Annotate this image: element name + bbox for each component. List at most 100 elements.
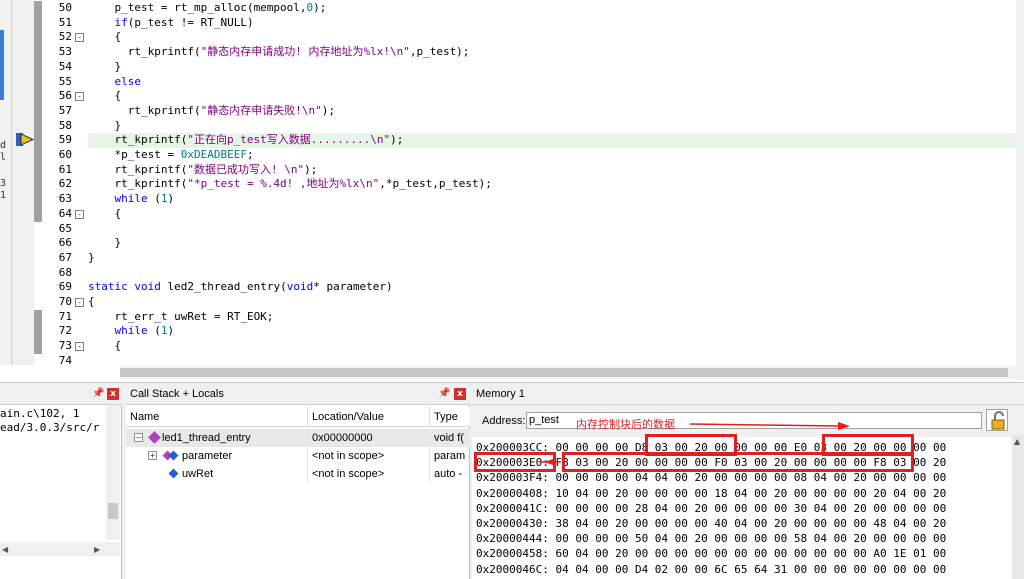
line-number: 73 [58, 339, 72, 353]
strip-fragment: l [0, 152, 7, 163]
callstack-row[interactable]: + parameter <not in scope> param [126, 447, 470, 465]
code-line[interactable]: while (1) [88, 324, 174, 339]
strip-fragment: d [0, 140, 7, 151]
fold-toggle-icon[interactable]: - [75, 342, 84, 352]
line-number: 63 [58, 192, 72, 206]
code-line[interactable]: else [88, 75, 141, 90]
fold-toggle-icon[interactable]: - [75, 92, 84, 102]
pin-icon[interactable]: 📌 [92, 388, 104, 400]
line-number: 56 [58, 89, 72, 103]
code-line[interactable]: rt_kprintf("*p_test = %.4d! ,地址为%lx\n",*… [88, 177, 491, 192]
output-line: ain.c\102, 1 [0, 407, 80, 420]
code-line[interactable]: } [88, 60, 121, 75]
callstack-panel: Call Stack + Locals 📌 x Name Location/Va… [126, 383, 470, 579]
coverage-marker [34, 309, 42, 325]
line-number: 71 [58, 309, 72, 323]
memory-panel: Memory 1 Address: p_test 0x200003CC: 00 … [472, 383, 1024, 579]
variable-icon [168, 468, 179, 479]
close-icon[interactable]: x [454, 388, 466, 400]
scroll-thumb[interactable] [120, 368, 1008, 377]
frame-type: void f( [434, 432, 464, 444]
line-number: 70 [58, 295, 72, 308]
memory-row[interactable]: 0x20000444: 00 00 00 00 50 04 00 20 00 0… [476, 532, 946, 547]
coverage-marker [34, 148, 42, 164]
code-line[interactable]: } [88, 236, 121, 251]
line-number: 59 [58, 133, 72, 147]
column-header-type[interactable]: Type [430, 407, 470, 427]
coverage-marker [34, 103, 42, 120]
code-line[interactable]: rt_kprintf("数据已成功写入! \n"); [88, 163, 317, 178]
code-line[interactable]: *p_test = 0xDEADBEEF; [88, 148, 253, 163]
code-line[interactable]: while (1) [88, 192, 174, 207]
collapse-icon[interactable]: – [134, 433, 143, 442]
code-line[interactable]: rt_kprintf("正在向p_test写入数据.........\n"); [88, 133, 403, 148]
memory-row[interactable]: 0x20000430: 38 04 00 20 00 00 00 00 40 0… [476, 517, 946, 532]
scroll-right-icon[interactable]: ▶ [94, 545, 100, 554]
memory-row[interactable]: 0x2000046C: 04 04 00 00 D4 02 00 00 6C 6… [476, 563, 946, 578]
code-line[interactable]: } [88, 251, 95, 266]
scroll-up-icon[interactable]: ▲ [1014, 437, 1020, 446]
expand-icon[interactable]: + [148, 451, 157, 460]
coverage-marker [34, 206, 42, 222]
output-horizontal-scrollbar[interactable]: ◀ ▶ [0, 542, 120, 556]
callstack-row[interactable]: uwRet <not in scope> auto - [126, 465, 470, 483]
code-line[interactable]: rt_kprintf("静态内存申请成功! 内存地址为%lx!\n",p_tes… [88, 45, 470, 60]
coverage-marker [34, 74, 42, 90]
code-line[interactable]: rt_kprintf("静态内存申请失败!\n"); [88, 104, 335, 119]
editor-vertical-scrollbar[interactable] [1016, 0, 1024, 380]
coverage-marker [34, 30, 42, 46]
memory-row[interactable]: 0x20000408: 10 04 00 20 00 00 00 00 18 0… [476, 487, 946, 502]
code-line[interactable]: { [88, 339, 121, 354]
code-line[interactable]: { [88, 207, 121, 222]
fold-toggle-icon[interactable]: - [75, 33, 84, 43]
variable-type: param [434, 450, 466, 462]
variable-name: uwRet [182, 468, 214, 480]
code-editor[interactable]: d l 3 1 50 p_test = rt_mp_alloc(mempool,… [0, 0, 1024, 380]
line-number: 74 [58, 353, 72, 367]
column-header-name[interactable]: Name [126, 407, 308, 427]
coverage-marker [34, 162, 42, 178]
code-line[interactable]: static void led2_thread_entry(void* para… [88, 280, 393, 295]
fold-toggle-icon[interactable]: - [75, 209, 84, 219]
scroll-left-icon[interactable]: ◀ [2, 545, 8, 554]
line-number: 51 [58, 15, 72, 29]
coverage-marker [34, 59, 42, 75]
line-number: 50 [58, 1, 72, 14]
frame-name: led1_thread_entry [162, 432, 251, 444]
line-number: 66 [58, 236, 72, 250]
output-vertical-scrollbar[interactable] [106, 405, 120, 540]
editor-horizontal-scrollbar[interactable] [120, 366, 1016, 379]
breakpoint-gutter[interactable] [12, 0, 34, 365]
coverage-marker [34, 15, 42, 31]
fold-toggle-icon[interactable]: - [75, 298, 84, 307]
memory-vertical-scrollbar[interactable]: ▲ [1012, 435, 1024, 579]
selection-marker [0, 30, 4, 100]
memory-row[interactable]: 0x200003F4: 00 00 00 00 04 04 00 20 00 0… [476, 471, 946, 486]
line-number: 55 [58, 74, 72, 88]
highlight-box [562, 452, 914, 472]
lock-icon[interactable] [986, 409, 1008, 431]
close-icon[interactable]: x [107, 388, 119, 400]
column-header-location[interactable]: Location/Value [308, 407, 430, 427]
code-line[interactable]: p_test = rt_mp_alloc(mempool,0); [88, 1, 326, 16]
memory-title: Memory 1 [472, 383, 1024, 405]
code-line[interactable]: { [88, 89, 121, 104]
scroll-thumb[interactable] [108, 503, 118, 519]
debug-panels: 📌 x ain.c\102, 1 ead/3.0.3/src/r ◀ ▶ Cal… [0, 382, 1024, 579]
memory-row[interactable]: 0x20000458: 60 04 00 20 00 00 00 00 00 0… [476, 547, 946, 562]
current-execution-arrow-icon [16, 133, 34, 146]
pin-icon[interactable]: 📌 [438, 388, 450, 400]
function-icon [148, 431, 161, 444]
code-line[interactable]: } [88, 119, 121, 134]
coverage-marker [34, 1, 42, 17]
strip-fragment: 1 [0, 190, 7, 201]
code-line[interactable]: { [88, 30, 121, 45]
line-number: 60 [58, 148, 72, 161]
code-line[interactable]: rt_err_t uwRet = RT_EOK; [88, 310, 273, 325]
address-bar: Address: p_test [472, 407, 1024, 435]
code-line[interactable]: { [88, 295, 95, 310]
memory-row[interactable]: 0x2000041C: 00 00 00 00 28 04 00 20 00 0… [476, 502, 946, 517]
frame-value: 0x00000000 [312, 432, 373, 444]
code-line[interactable]: if(p_test != RT_NULL) [88, 16, 253, 31]
callstack-row[interactable]: – led1_thread_entry 0x00000000 void f( [126, 429, 470, 447]
